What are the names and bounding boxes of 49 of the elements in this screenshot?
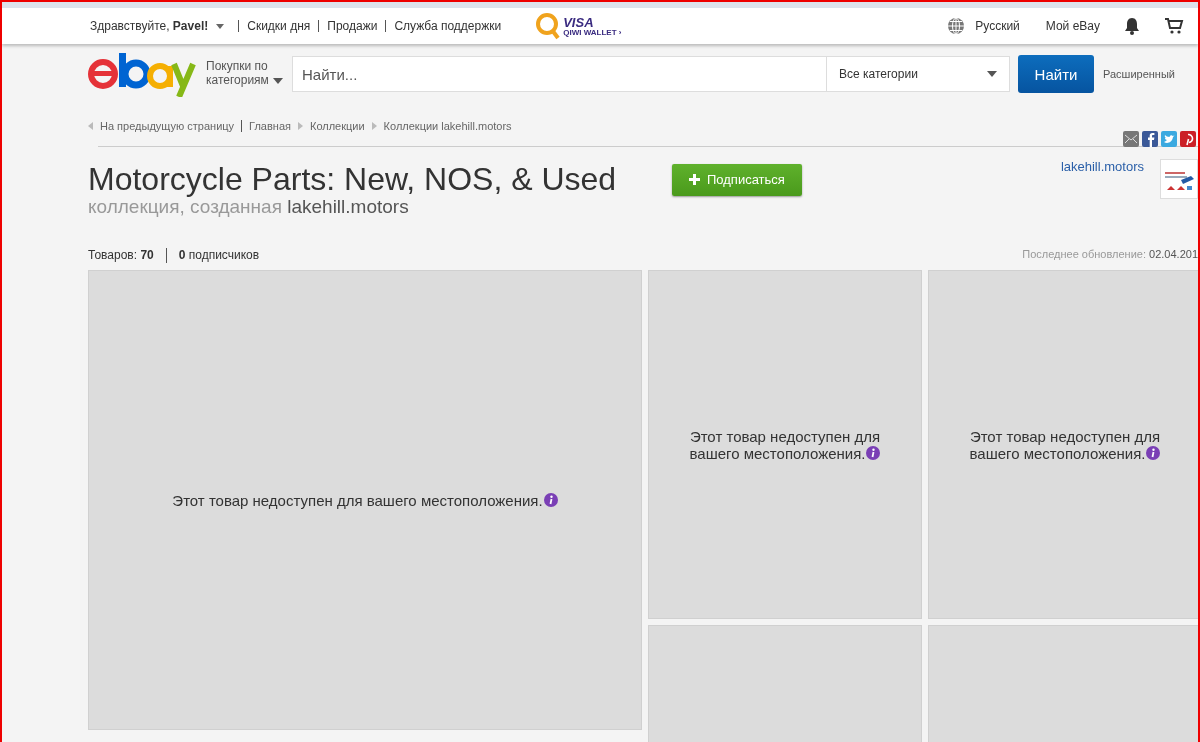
owner-link[interactable]: lakehill.motors <box>287 196 409 217</box>
top-link[interactable]: Продажи <box>327 19 378 33</box>
promo-subtitle: QIWI WALLET › <box>563 28 622 37</box>
category-dropdown[interactable]: Все категории <box>826 56 1010 92</box>
info-icon[interactable] <box>1146 445 1161 460</box>
breadcrumb-link[interactable]: Коллекции lakehill.motors <box>383 120 512 132</box>
caret-icon <box>273 77 283 84</box>
unavailable-message: Этот товар недоступен для вашего местоположения. <box>148 491 582 509</box>
q-logo-icon <box>535 12 562 40</box>
top-link[interactable]: Служба поддержки <box>394 19 502 33</box>
back-arrow-icon <box>88 122 93 130</box>
unavailable-message: Этот товар недоступен для вашего местоположения. <box>968 427 1162 462</box>
breadcrumb-link[interactable]: Главная <box>249 120 291 132</box>
pinterest-icon[interactable] <box>1180 131 1196 147</box>
promo-banner[interactable]: VISA QIWI WALLET › <box>535 12 622 40</box>
bell-icon[interactable] <box>1124 17 1140 35</box>
back-link[interactable]: На предыдущую страницу <box>100 120 235 132</box>
item-tile[interactable]: Этот товар недоступен для вашего местоположения. <box>928 270 1198 619</box>
top-link[interactable]: Скидки дня <box>247 19 311 33</box>
search-button[interactable]: Найти <box>1018 55 1094 93</box>
items-count: Товаров: 70 <box>88 248 154 264</box>
search-field[interactable]: Найти... <box>292 56 826 92</box>
my-ebay-link[interactable]: Мой eBay <box>1045 19 1100 33</box>
plus-icon <box>689 174 700 185</box>
collection-subtitle: коллекция, созданная <box>88 196 282 217</box>
promo-title: VISA <box>563 15 595 29</box>
caret-icon <box>987 71 997 77</box>
breadcrumb-link[interactable]: Коллекции <box>309 120 365 132</box>
collection-title: Motorcycle Parts: New, NOS, & Used <box>88 161 618 198</box>
chevron-icon <box>371 122 377 130</box>
logo-drawing[interactable] <box>86 51 196 97</box>
followers-count: 0 подписчиков <box>178 248 260 264</box>
unavailable-message: Этот товар недоступен для вашего местоположения. <box>688 427 882 462</box>
advanced-search-link[interactable]: Расширенный <box>1103 68 1175 80</box>
caret-icon <box>216 23 225 29</box>
greeting-menu[interactable]: Здравствуйте, Pavel! <box>90 19 225 33</box>
item-tile[interactable]: Этот товар недоступен для вашего местоположения. <box>88 270 642 730</box>
cart-icon[interactable] <box>1164 17 1184 35</box>
globe-icon <box>947 17 966 35</box>
seller-link[interactable]: lakehill.motors <box>1060 159 1144 174</box>
email-icon[interactable] <box>1123 131 1139 147</box>
info-icon[interactable] <box>866 445 881 460</box>
last-updated: Последнее обновление: 02.04.201 <box>1022 248 1198 262</box>
category-menu[interactable]: Покупки по категориям <box>206 60 286 88</box>
chevron-icon <box>297 122 303 130</box>
facebook-icon[interactable] <box>1142 131 1158 147</box>
language-link[interactable]: Русский <box>975 19 1020 33</box>
info-icon[interactable] <box>543 492 558 507</box>
item-tile[interactable]: Этот товар недоступен для вашего местоположения. <box>648 270 922 619</box>
